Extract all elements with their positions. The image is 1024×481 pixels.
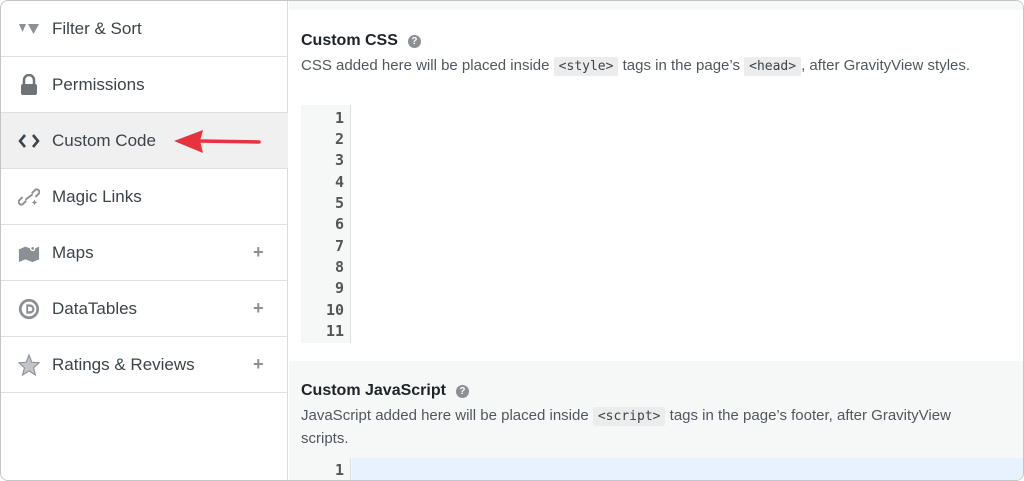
line-number: 4: [334, 173, 344, 191]
star-icon: [18, 352, 40, 376]
custom-js-title: Custom JavaScript ?: [301, 382, 469, 400]
pointer-arrow-icon: [174, 130, 261, 153]
code-brackets-icon: [18, 130, 40, 152]
desc-text: JavaScript added here will be placed ins…: [301, 407, 589, 424]
help-icon[interactable]: ?: [407, 34, 421, 48]
sidebar-item-ratings-reviews[interactable]: Ratings & Reviews +: [1, 337, 288, 393]
sidebar-item-permissions[interactable]: Permissions: [1, 57, 288, 113]
script-tag-code: <script>: [592, 407, 666, 426]
filter-icon: [18, 18, 40, 40]
sidebar-item-label: Permissions: [52, 74, 145, 94]
sidebar-item-magic-links[interactable]: Magic Links: [1, 169, 288, 225]
expand-plus-icon[interactable]: +: [253, 242, 264, 263]
sidebar-item-maps[interactable]: Maps +: [1, 225, 288, 281]
desc-text: CSS added here will be placed inside: [301, 57, 550, 74]
line-number: 5: [334, 194, 344, 212]
custom-js-description: JavaScript added here will be placed ins…: [301, 405, 1001, 450]
custom-css-description: CSS added here will be placed inside <st…: [301, 55, 1001, 78]
lock-icon: [18, 73, 40, 96]
magic-link-icon: [18, 186, 40, 208]
sidebar-item-label: Magic Links: [52, 186, 142, 206]
line-number: 2: [334, 130, 344, 148]
line-number: 11: [325, 322, 344, 340]
line-number: 7: [334, 237, 344, 255]
sidebar-item-label: Filter & Sort: [52, 18, 142, 38]
custom-css-editor[interactable]: 1 2 3 4 5 6 7 8 9 10 11: [301, 105, 1023, 343]
datatables-icon: [18, 298, 40, 320]
sidebar: Filter & Sort Permissions Custom Code Ma…: [1, 1, 288, 480]
line-number: 3: [334, 151, 344, 169]
sidebar-item-label: Ratings & Reviews: [52, 354, 195, 374]
sidebar-item-label: Maps: [52, 242, 94, 262]
style-tag-code: <style>: [553, 57, 619, 76]
line-number: 9: [334, 279, 344, 297]
desc-text: tags in the page’s: [622, 57, 740, 74]
sidebar-item-label: Custom Code: [52, 130, 156, 150]
line-number: 10: [325, 301, 344, 319]
expand-plus-icon[interactable]: +: [253, 298, 264, 319]
line-number: 1: [334, 109, 344, 127]
line-number-gutter: 1 2 3 4 5 6 7 8 9 10 11: [301, 105, 351, 343]
main-content: Custom CSS ? CSS added here will be plac…: [289, 1, 1023, 480]
line-number: 8: [334, 258, 344, 276]
divider: [289, 1, 1023, 10]
sidebar-item-filter-sort[interactable]: Filter & Sort: [1, 1, 288, 57]
desc-text: , after GravityView styles.: [801, 57, 971, 74]
sidebar-item-datatables[interactable]: DataTables +: [1, 281, 288, 337]
custom-css-title-text: Custom CSS: [301, 32, 398, 49]
sidebar-item-label: DataTables: [52, 298, 138, 318]
custom-css-title: Custom CSS ?: [301, 32, 421, 50]
head-tag-code: <head>: [744, 57, 802, 76]
help-icon[interactable]: ?: [455, 384, 469, 398]
line-number-gutter: 1: [301, 458, 351, 480]
map-icon: [18, 242, 40, 264]
custom-js-title-text: Custom JavaScript: [301, 382, 446, 399]
line-number: 6: [334, 215, 344, 233]
active-line-highlight: [352, 458, 1023, 480]
line-number: 1: [334, 461, 344, 479]
expand-plus-icon[interactable]: +: [253, 354, 264, 375]
settings-window: Filter & Sort Permissions Custom Code Ma…: [0, 0, 1024, 481]
